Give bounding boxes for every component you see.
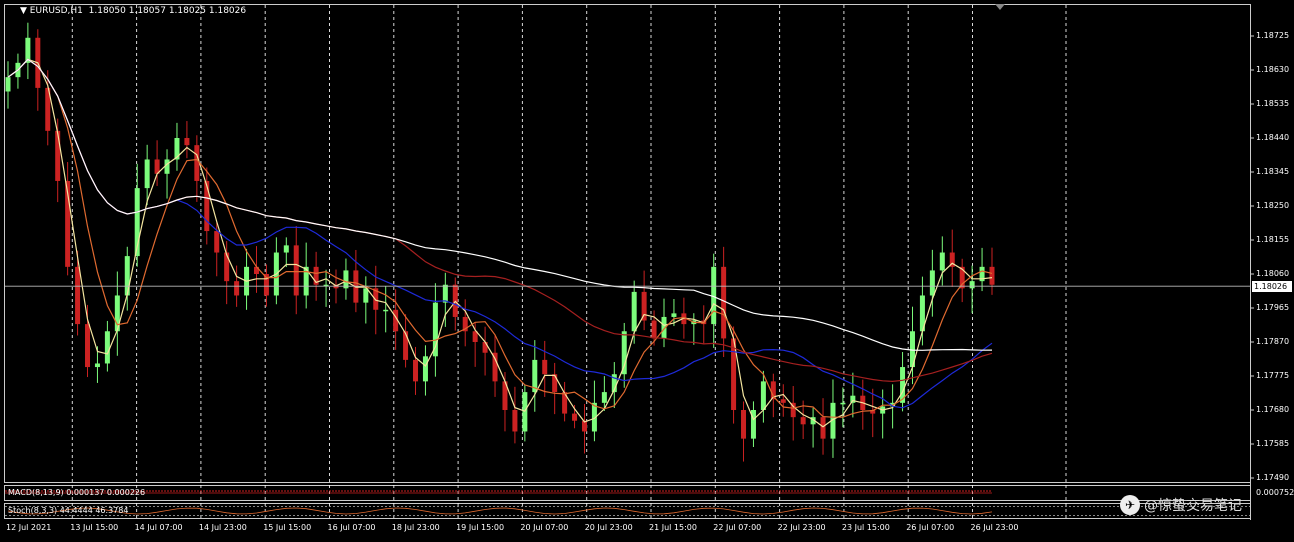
price-axis-label: 1.17680 — [1256, 405, 1290, 414]
main-pane-border — [4, 4, 1251, 483]
candle-body — [422, 356, 428, 382]
candle-body — [214, 231, 220, 253]
time-axis-label: 22 Jul 07:00 — [713, 523, 762, 532]
price-axis-label: 1.17775 — [1256, 371, 1290, 380]
price-chart[interactable] — [0, 0, 1294, 542]
current-price-badge: 1.18026 — [1252, 281, 1292, 293]
time-axis-label: 26 Jul 23:00 — [970, 523, 1019, 532]
watermark: ✈ @惊蛰交易笔记 — [1120, 495, 1242, 515]
ma-medium-line — [7, 58, 993, 418]
price-axis-label: 1.18250 — [1256, 201, 1290, 210]
candle-body — [194, 145, 200, 181]
candle-body — [671, 313, 677, 317]
stoch-pane-border — [4, 503, 1251, 519]
candle-body — [840, 402, 846, 405]
time-axis-label: 15 Jul 15:00 — [263, 523, 312, 532]
candle-body — [482, 342, 488, 353]
candle-body — [512, 410, 518, 432]
candle-body — [293, 245, 299, 296]
time-axis-label: 26 Jul 07:00 — [906, 523, 955, 532]
stoch-indicator-label: Stoch(8,3,3) 44.4444 46.3784 — [8, 506, 129, 515]
candle-body — [760, 381, 766, 410]
time-axis-label: 20 Jul 23:00 — [584, 523, 633, 532]
candle-body — [651, 320, 657, 339]
candle-body — [224, 252, 230, 282]
candle-body — [641, 291, 647, 321]
time-axis-label: 16 Jul 07:00 — [327, 523, 376, 532]
price-axis-label: 1.17870 — [1256, 337, 1290, 346]
candle-body — [820, 417, 826, 439]
candle-body — [383, 309, 389, 312]
candle-body — [343, 270, 349, 289]
time-axis-label: 14 Jul 07:00 — [134, 523, 183, 532]
candle-body — [442, 284, 448, 303]
candle-body — [75, 266, 81, 325]
candle-body — [184, 138, 190, 146]
time-axis-label: 23 Jul 15:00 — [841, 523, 890, 532]
price-axis-label: 1.18440 — [1256, 133, 1290, 142]
time-axis-label: 12 Jul 2021 — [6, 523, 52, 532]
symbol-label: EURUSD,H1 — [29, 6, 83, 16]
price-axis-label: 1.18060 — [1256, 269, 1290, 278]
candle-body — [929, 270, 935, 296]
time-axis-label: 21 Jul 15:00 — [649, 523, 697, 532]
macd-scale-label: 0.000752 — [1256, 488, 1294, 497]
candle-body — [5, 77, 11, 92]
candle-body — [741, 410, 747, 439]
candle-body — [124, 256, 130, 296]
price-axis-label: 1.18630 — [1256, 65, 1290, 74]
candle-body — [989, 266, 995, 285]
collapse-triangle-icon[interactable]: ▼ — [20, 6, 30, 16]
candle-body — [363, 288, 369, 303]
watermark-logo-icon: ✈ — [1120, 495, 1140, 515]
candle-body — [800, 417, 806, 425]
candle-body — [432, 302, 438, 357]
candle-body — [542, 359, 548, 375]
candle-body — [631, 291, 637, 332]
candle-body — [55, 130, 61, 181]
time-axis-label: 22 Jul 23:00 — [777, 523, 826, 532]
candle-body — [969, 281, 975, 289]
candle-body — [204, 180, 210, 232]
candle-body — [94, 363, 100, 368]
ohlc-values: 1.18050 1.18057 1.18025 1.18026 — [88, 6, 247, 16]
candle-body — [85, 324, 91, 368]
time-axis-label: 14 Jul 23:00 — [198, 523, 247, 532]
candle-body — [234, 281, 240, 296]
symbol-header: ▼ EURUSD,H1 1.18050 1.18057 1.18025 1.18… — [20, 7, 246, 16]
candle-body — [850, 395, 856, 403]
candle-body — [552, 374, 558, 393]
candle-body — [144, 159, 150, 189]
chart-shift-marker-icon[interactable] — [995, 4, 1005, 10]
watermark-text: @惊蛰交易笔记 — [1144, 498, 1242, 514]
time-axis-label: 13 Jul 15:00 — [70, 523, 119, 532]
candle-body — [283, 245, 289, 253]
candle-body — [413, 359, 419, 382]
price-axis-label: 1.18155 — [1256, 235, 1290, 244]
candle-body — [780, 399, 786, 403]
candle-body — [939, 252, 945, 271]
candle-body — [403, 331, 409, 360]
candle-body — [492, 352, 498, 382]
candle-body — [721, 266, 727, 339]
macd-indicator-label: MACD(8,13,9) 0.000137 0.000226 — [8, 488, 146, 497]
time-axis-label: 19 Jul 15:00 — [456, 523, 505, 532]
price-axis-label: 1.18535 — [1256, 99, 1290, 108]
time-axis-label: 18 Jul 23:00 — [391, 523, 440, 532]
candle-body — [621, 331, 627, 375]
price-axis-label: 1.17490 — [1256, 473, 1290, 482]
candle-body — [601, 392, 607, 403]
price-axis-label: 1.17585 — [1256, 439, 1290, 448]
price-axis-label: 1.18345 — [1256, 167, 1290, 176]
price-axis-label: 1.17965 — [1256, 303, 1290, 312]
price-axis-label: 1.18725 — [1256, 31, 1290, 40]
candle-body — [572, 413, 578, 421]
time-axis-label: 20 Jul 07:00 — [520, 523, 569, 532]
candle-body — [104, 331, 110, 364]
